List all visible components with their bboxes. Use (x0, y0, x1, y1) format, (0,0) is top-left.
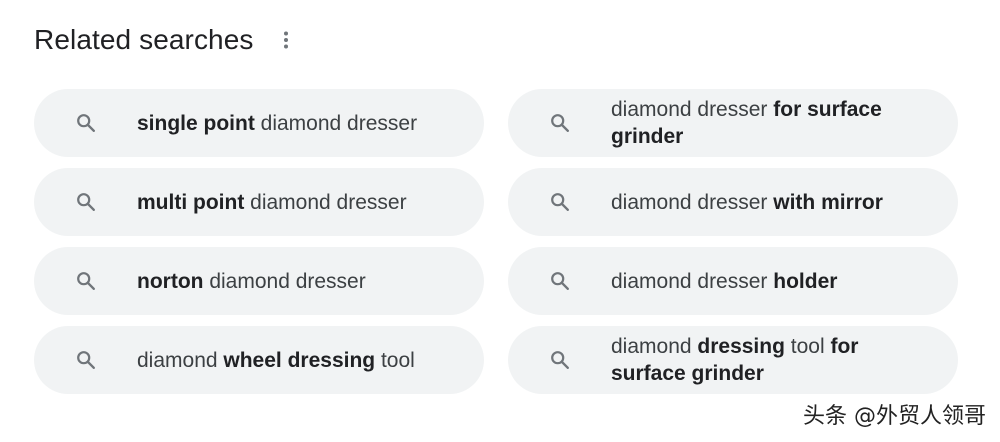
search-icon (548, 190, 572, 214)
related-search-label: diamond dresser with mirror (611, 189, 923, 216)
query-segment: diamond dresser (244, 190, 407, 214)
related-search-chip[interactable]: diamond dresser holder (508, 247, 958, 315)
query-segment: tool (784, 335, 831, 358)
query-bold-segment: holder (773, 269, 838, 293)
related-search-label: diamond dressing tool for surface grinde… (611, 333, 958, 387)
query-bold-segment: norton (137, 269, 204, 293)
query-bold-segment: single point (137, 111, 255, 135)
query-bold-segment: with mirror (773, 190, 883, 214)
related-search-label: diamond dresser for surface grinder (611, 96, 958, 150)
search-icon (74, 269, 98, 293)
related-search-label: diamond wheel dressing tool (137, 347, 455, 374)
watermark: 头条 @外贸人领哥 (803, 404, 986, 429)
search-icon (74, 111, 98, 135)
query-segment: tool (375, 348, 415, 372)
query-bold-segment: wheel dressing (223, 348, 376, 372)
search-icon (548, 111, 572, 135)
query-bold-segment: multi point (137, 190, 245, 214)
search-icon (74, 190, 98, 214)
related-search-label: single point diamond dresser (137, 110, 457, 137)
query-segment: diamond dresser (611, 269, 774, 293)
query-segment: diamond dresser (611, 98, 774, 121)
related-search-label: norton diamond dresser (137, 268, 406, 295)
related-search-label: multi point diamond dresser (137, 189, 447, 216)
section-title: Related searches (34, 24, 254, 55)
query-segment: diamond dresser (254, 111, 418, 135)
related-search-chip[interactable]: diamond dressing tool for surface grinde… (508, 326, 958, 394)
related-search-chip[interactable]: diamond wheel dressing tool (34, 326, 484, 394)
query-segment: diamond dresser (203, 269, 366, 293)
query-segment: diamond dresser (611, 190, 774, 214)
related-searches-grid: single point diamond dresser diamond dres… (34, 89, 958, 394)
related-search-chip[interactable]: diamond dresser with mirror (508, 168, 958, 236)
more-options-button[interactable] (276, 25, 296, 55)
related-search-chip[interactable]: diamond dresser for surface grinder (508, 89, 958, 157)
related-search-chip[interactable]: single point diamond dresser (34, 89, 484, 157)
query-bold-segment: dressing (697, 335, 785, 358)
more-vert-icon (283, 31, 288, 49)
search-icon (548, 348, 572, 372)
search-icon (548, 269, 572, 293)
related-search-chip[interactable]: norton diamond dresser (34, 247, 484, 315)
search-icon (74, 348, 98, 372)
related-search-label: diamond dresser holder (611, 268, 877, 295)
related-search-chip[interactable]: multi point diamond dresser (34, 168, 484, 236)
query-segment: diamond (137, 348, 224, 372)
related-searches-header: Related searches (34, 24, 296, 56)
query-segment: diamond (611, 335, 698, 358)
